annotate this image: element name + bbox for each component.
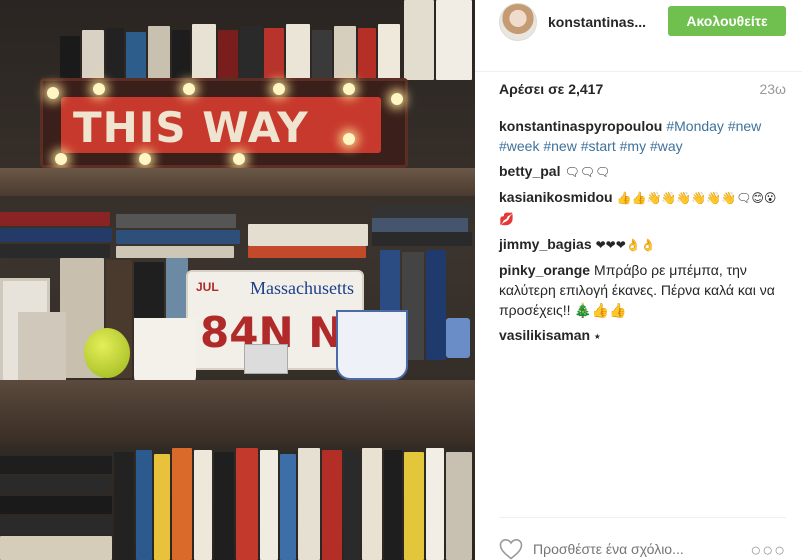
hashtag[interactable]: #Monday (666, 118, 724, 134)
comments-list: konstantinaspyropoulou #Monday #new #week… (499, 116, 789, 351)
comment-username[interactable]: kasianikosmidou (499, 189, 613, 205)
comment-input[interactable] (533, 538, 733, 560)
hashtag[interactable]: #week (499, 138, 539, 154)
heart-icon[interactable] (499, 538, 523, 560)
hashtag[interactable]: #new (543, 138, 576, 154)
blue-floral-mug (336, 310, 408, 380)
hashtag[interactable]: #way (650, 138, 683, 154)
more-options-icon[interactable]: ○○○ (750, 540, 786, 560)
comment: betty_pal 🗨🗨🗨 (499, 161, 789, 182)
likes-count[interactable]: Αρέσει σε 2,417 (499, 81, 603, 97)
username-link[interactable]: konstantinas... (548, 14, 646, 30)
caption-username[interactable]: konstantinaspyropoulou (499, 118, 662, 134)
comment: kasianikosmidou 👍👍👋👋👋👋👋👋🗨😊😮 💋 (499, 187, 789, 229)
comment-text: ❤❤❤👌👌 (595, 238, 656, 252)
post-time[interactable]: 23ω (759, 81, 786, 97)
comment-text: 🗨🗨🗨 (564, 165, 611, 179)
hashtag[interactable]: #new (728, 118, 761, 134)
post-sidebar: konstantinas... Ακολουθείτε Αρέσει σε 2,… (475, 0, 802, 560)
comment: jimmy_bagias ❤❤❤👌👌 (499, 234, 789, 255)
post-photo[interactable]: THIS WAY JUL Massachusetts 84N N (0, 0, 475, 560)
post-header: konstantinas... Ακολουθείτε (475, 0, 802, 72)
comment: vasilikisaman ⭑ (499, 325, 789, 346)
comment-text: ⭑ (594, 329, 601, 343)
comment-username[interactable]: jimmy_bagias (499, 236, 592, 252)
tennis-ball (84, 328, 130, 378)
comment-bar: ○○○ (499, 517, 786, 560)
caption: konstantinaspyropoulou #Monday #new #week… (499, 116, 789, 156)
comment-username[interactable]: pinky_orange (499, 262, 590, 278)
hashtag[interactable]: #my (620, 138, 646, 154)
following-button[interactable]: Ακολουθείτε (668, 6, 786, 36)
comment: pinky_orange Μπράβο ρε μπέμπα, την καλύτε… (499, 260, 789, 320)
avatar[interactable] (499, 3, 537, 41)
hashtag[interactable]: #start (581, 138, 616, 154)
sign-text: THIS WAY (73, 103, 309, 152)
comment-username[interactable]: vasilikisaman (499, 327, 590, 343)
comment-username[interactable]: betty_pal (499, 163, 560, 179)
this-way-sign: THIS WAY (40, 78, 408, 168)
likes-row: Αρέσει σε 2,417 23ω (499, 81, 786, 99)
